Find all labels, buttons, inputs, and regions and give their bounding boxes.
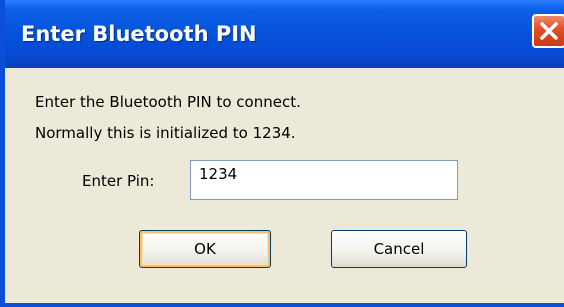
close-icon <box>540 22 558 40</box>
bluetooth-pin-dialog: Enter Bluetooth PIN Enter the Bluetooth … <box>0 0 564 307</box>
title-bar[interactable]: Enter Bluetooth PIN <box>5 0 564 68</box>
pin-label: Enter Pin: <box>82 172 155 190</box>
cancel-button[interactable]: Cancel <box>331 230 467 268</box>
message-line-1: Enter the Bluetooth PIN to connect. <box>35 93 301 111</box>
message-line-2: Normally this is initialized to 1234. <box>35 124 296 142</box>
pin-input[interactable] <box>190 160 458 200</box>
dialog-title: Enter Bluetooth PIN <box>21 22 257 46</box>
close-button[interactable] <box>532 14 564 48</box>
ok-button[interactable]: OK <box>139 230 271 268</box>
